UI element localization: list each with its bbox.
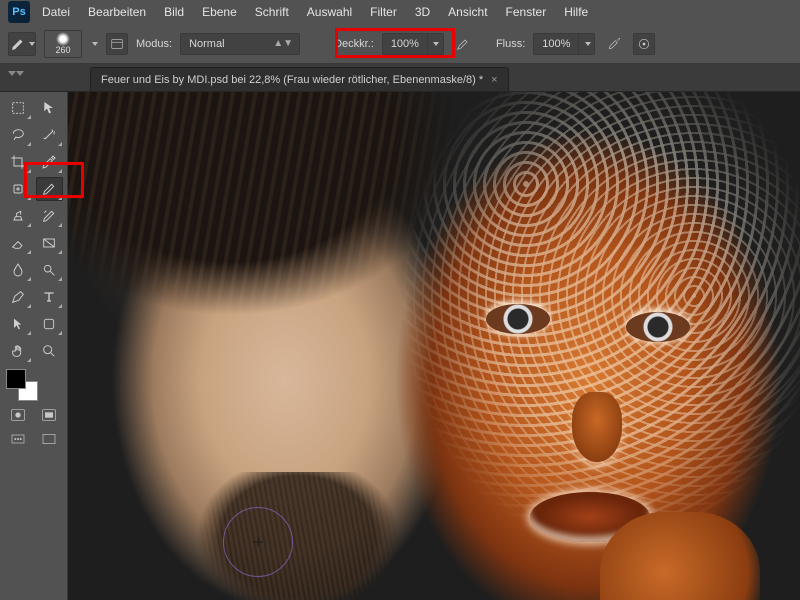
tab-close-button[interactable]: × [491,74,497,86]
tab-overflow-icon[interactable] [6,68,20,82]
menu-bearbeiten[interactable]: Bearbeiten [88,5,146,19]
flow-value: 100% [534,38,578,50]
tool-type[interactable] [36,285,64,309]
artwork [83,92,800,600]
chevron-down-icon [585,42,591,46]
opacity-value: 100% [383,38,427,50]
menu-filter[interactable]: Filter [370,5,397,19]
select-arrows-icon: ▲▼ [273,38,293,49]
art-right-nose [572,392,622,462]
document-tab-title: Feuer und Eis by MDI.psd bei 22,8% (Frau… [101,74,483,86]
menu-auswahl[interactable]: Auswahl [307,5,352,19]
brush-cursor [223,507,293,577]
tool-clone-stamp[interactable] [4,204,32,228]
menu-3d[interactable]: 3D [415,5,430,19]
blend-mode-select[interactable]: Normal ▲▼ [180,33,300,55]
tool-crop[interactable] [4,150,32,174]
menu-schrift[interactable]: Schrift [255,5,289,19]
art-right-eye-right [626,312,690,342]
tool-shape[interactable] [36,312,64,336]
tool-path-select[interactable] [4,312,32,336]
mode-label: Modus: [136,38,172,50]
opacity-pressure-toggle[interactable] [452,33,474,55]
screen-mode-toggle[interactable] [36,405,64,425]
app-logo-text: Ps [12,6,25,18]
canvas-area[interactable] [68,92,800,600]
opacity-label: Deckkr.: [334,38,374,50]
menu-datei[interactable]: Datei [42,5,70,19]
tool-history-brush[interactable] [36,204,64,228]
app-logo: Ps [8,1,30,23]
menu-hilfe[interactable]: Hilfe [564,5,588,19]
document-tab-row: Feuer und Eis by MDI.psd bei 22,8% (Frau… [0,64,800,92]
document-tab[interactable]: Feuer und Eis by MDI.psd bei 22,8% (Frau… [90,67,509,91]
chevron-down-icon [433,42,439,46]
tool-spot-heal[interactable] [4,177,32,201]
opacity-dropdown[interactable] [427,34,443,54]
tool-hand[interactable] [4,339,32,363]
screen-mode-cycle[interactable] [36,429,64,449]
brush-preset-picker[interactable]: 260 [44,30,82,58]
tool-eyedropper[interactable] [36,150,64,174]
tool-zoom[interactable] [36,339,64,363]
brush-icon [9,35,27,53]
opacity-field[interactable]: 100% [382,33,444,55]
document-canvas[interactable] [83,92,800,600]
flow-dropdown[interactable] [578,34,594,54]
flow-label: Fluss: [496,38,525,50]
brush-size-value: 260 [55,45,70,55]
tool-dodge[interactable] [36,258,64,282]
panel-icon [110,37,124,51]
tool-magic-wand[interactable] [36,123,64,147]
tool-preset-picker[interactable] [8,32,36,56]
pen-pressure-icon [455,36,471,52]
art-right-eye-left [486,304,550,334]
quick-mask-toggle[interactable] [4,405,32,425]
tool-blur[interactable] [4,258,32,282]
option-bar: 260 Modus: Normal ▲▼ Deckkr.: 100% Fluss… [0,24,800,64]
brush-panel-toggle[interactable] [106,33,128,55]
airbrush-toggle[interactable] [603,33,625,55]
chevron-down-icon[interactable] [92,42,98,46]
menu-bar: Ps Datei Bearbeiten Bild Ebene Schrift A… [0,0,800,24]
tool-gradient[interactable] [36,231,64,255]
airbrush-icon [606,36,622,52]
tool-pen[interactable] [4,285,32,309]
tool-marquee[interactable] [4,96,32,120]
menu-ansicht[interactable]: Ansicht [448,5,487,19]
flow-field[interactable]: 100% [533,33,595,55]
color-swatches[interactable] [6,369,38,401]
art-right-hand [600,512,760,600]
tool-brush[interactable] [36,177,64,201]
tablet-pressure-icon [636,36,652,52]
chevron-down-icon [29,42,35,46]
size-pressure-toggle[interactable] [633,33,655,55]
workspace [0,92,800,600]
menu-bild[interactable]: Bild [164,5,184,19]
brush-preview-dot [56,32,70,46]
menu-fenster[interactable]: Fenster [506,5,547,19]
menu-ebene[interactable]: Ebene [202,5,237,19]
edit-toolbar[interactable] [4,429,32,449]
tool-palette [0,92,68,600]
tool-eraser[interactable] [4,231,32,255]
foreground-swatch[interactable] [6,369,26,389]
tool-lasso[interactable] [4,123,32,147]
tool-move[interactable] [36,96,64,120]
blend-mode-value: Normal [189,38,224,50]
